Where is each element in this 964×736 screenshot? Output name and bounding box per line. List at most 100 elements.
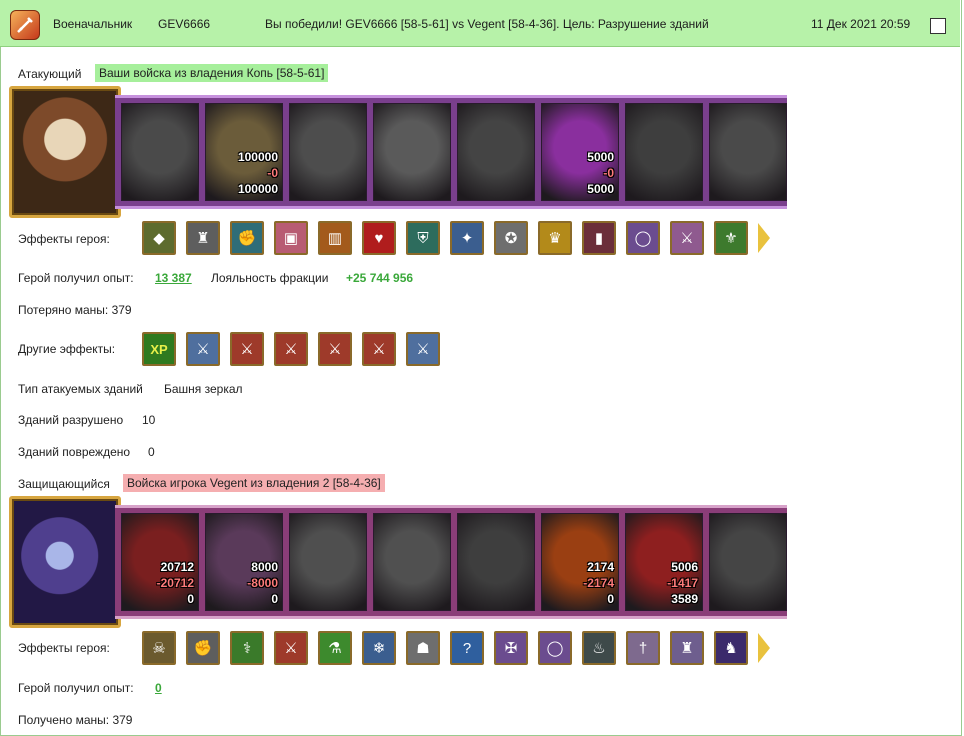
bone-armor-icon[interactable]: ♜ [670, 631, 704, 665]
gem-cluster-icon[interactable]: ◆ [142, 221, 176, 255]
defender-unit-card[interactable] [709, 513, 787, 611]
defender-hero-effects-label: Эффекты героя: [18, 641, 110, 655]
fist-sword-icon[interactable]: ⚔ [362, 332, 396, 366]
attacker-exp-label: Герой получил опыт: [18, 271, 134, 285]
fist-sword-icon[interactable]: ⚔ [318, 332, 352, 366]
buildings-destroyed-label: Зданий разрушено [18, 413, 124, 427]
blue-sword-icon[interactable]: ⚔ [186, 332, 220, 366]
attacker-effects-next-arrow-icon[interactable] [758, 223, 770, 253]
mana-lost: Потеряно маны: 379 [18, 303, 132, 317]
dagger-icon[interactable]: † [626, 631, 660, 665]
building-type-value: Башня зеркал [164, 382, 243, 396]
defender-unit-card[interactable] [289, 513, 367, 611]
attacker-unit-card[interactable] [457, 103, 535, 201]
attacker-unit-remaining: 100000 [237, 182, 278, 196]
attacker-unit-count: 100000 [237, 150, 278, 164]
defender-effects-next-arrow-icon[interactable] [758, 633, 770, 663]
attacker-unit-card[interactable]: 100000 -0 100000 [205, 103, 283, 201]
attacker-unit-count: 5000 [587, 150, 614, 164]
attacker-unit-card[interactable] [373, 103, 451, 201]
pentagram-icon[interactable]: ✪ [494, 221, 528, 255]
attacker-hero-effects-row: ◆ ♜ ✊ ▣ ▥ ♥ ⛨ ✦ ✪ ♛ ▮ ◯ ⚔ ⚜ [142, 221, 782, 255]
golden-armor-icon[interactable]: ♛ [538, 221, 572, 255]
blue-gauntlet-icon[interactable]: ✊ [186, 631, 220, 665]
defender-hero-portrait[interactable] [9, 496, 121, 628]
defender-unit-remaining: 0 [187, 592, 194, 606]
other-effects-row: XP ⚔ ⚔ ⚔ ⚔ ⚔ ⚔ [142, 332, 452, 366]
attacker-unit-card[interactable] [625, 103, 703, 201]
heart-icon[interactable]: ♥ [362, 221, 396, 255]
ice-crystal-icon[interactable]: ❄ [362, 631, 396, 665]
buildings-destroyed-value: 10 [142, 413, 156, 427]
dark-cloak-icon[interactable]: ♞ [714, 631, 748, 665]
attacker-unit-card[interactable] [289, 103, 367, 201]
fleur-de-lis-icon[interactable]: ⚜ [714, 221, 748, 255]
buildings-damaged-label: Зданий повреждено [18, 445, 131, 459]
blue-gauntlet-icon[interactable]: ✊ [230, 221, 264, 255]
attacker-exp-value[interactable]: 13 387 [155, 271, 192, 285]
defender-unit-remaining: 0 [271, 592, 278, 606]
report-header: Военачальник GEV6666 Вы победили! GEV666… [0, 0, 960, 47]
defender-exp-label: Герой получил опыт: [18, 681, 134, 695]
attacker-hero-portrait[interactable] [9, 86, 121, 218]
xp-bonus-icon[interactable]: XP [142, 332, 176, 366]
green-staff-icon[interactable]: ⚕ [230, 631, 264, 665]
defender-unit-card[interactable]: 20712 -20712 0 [121, 513, 199, 611]
header-datetime: 11 Дек 2021 20:59 [811, 17, 911, 31]
header-message: Вы победили! GEV6666 [58-5-61] vs Vegent… [265, 17, 709, 31]
potion-icon[interactable]: ⚗ [318, 631, 352, 665]
attacker-unit-losses: -0 [603, 166, 614, 180]
crossed-bones-icon[interactable]: ✠ [494, 631, 528, 665]
attacker-unit-losses: -0 [267, 166, 278, 180]
knight-helmet-icon[interactable]: ♜ [186, 221, 220, 255]
defender-troops-tag: Войска игрока Vegent из владения 2 [58-4… [123, 474, 385, 492]
defender-units: 20712 -20712 0 8000 -8000 0 2174 -2174 0 5006 -141… [115, 505, 787, 619]
skull-amulet-icon[interactable]: ☗ [406, 631, 440, 665]
defender-unit-card[interactable]: 2174 -2174 0 [541, 513, 619, 611]
attacker-hero-effects-label: Эффекты героя: [18, 232, 110, 246]
defender-hero-effects-row: ☠ ✊ ⚕ ⚔ ⚗ ❄ ☗? ✠ ◯ ♨ † ♜ ♞ [142, 631, 782, 665]
ring-icon[interactable]: ◯ [626, 221, 660, 255]
crystal-icon[interactable]: ✦ [450, 221, 484, 255]
buildings-damaged-value: 0 [148, 445, 155, 459]
battle-report-icon [10, 10, 40, 40]
fist-sword-icon[interactable]: ⚔ [274, 332, 308, 366]
fist-sword-icon[interactable]: ⚔ [274, 631, 308, 665]
blue-sword-icon[interactable]: ⚔ [406, 332, 440, 366]
defender-unit-card[interactable] [373, 513, 451, 611]
attacker-troops-tag: Ваши войска из владения Копь [58-5-61] [95, 64, 329, 82]
defender-unit-count: 8000 [251, 560, 278, 574]
attacker-unit-card[interactable] [709, 103, 787, 201]
defender-unit-card[interactable]: 8000 -8000 0 [205, 513, 283, 611]
select-checkbox[interactable] [930, 18, 946, 34]
attacker-unit-card[interactable] [121, 103, 199, 201]
question-mark-icon[interactable]: ? [450, 631, 484, 665]
cauldron-icon[interactable]: ♨ [582, 631, 616, 665]
defender-exp-value[interactable]: 0 [155, 681, 162, 695]
sword-icon[interactable]: ⚔ [670, 221, 704, 255]
defender-unit-losses: -20712 [156, 576, 194, 590]
building-type-label: Тип атакуемых зданий [18, 382, 143, 396]
defender-unit-card[interactable]: 5006 -1417 3589 [625, 513, 703, 611]
defender-unit-remaining: 3589 [671, 592, 698, 606]
defender-army: 20712 -20712 0 8000 -8000 0 2174 -2174 0 5006 -141… [9, 496, 787, 628]
attacker-army: 100000 -0 100000 5000 -0 5000 [9, 86, 787, 218]
other-effects-label: Другие эффекты: [18, 342, 116, 356]
defender-unit-count: 20712 [160, 560, 194, 574]
defender-unit-remaining: 0 [607, 592, 614, 606]
boots-icon[interactable]: ▮ [582, 221, 616, 255]
treasure-chest-icon[interactable]: ▥ [318, 221, 352, 255]
defender-unit-losses: -1417 [667, 576, 698, 590]
defender-label: Защищающийся [18, 477, 110, 491]
attacker-unit-card[interactable]: 5000 -0 5000 [541, 103, 619, 201]
shield-icon[interactable]: ⛨ [406, 221, 440, 255]
defender-unit-count: 2174 [587, 560, 614, 574]
skull-totem-icon[interactable]: ☠ [142, 631, 176, 665]
fist-sword-icon[interactable]: ⚔ [230, 332, 264, 366]
ring-icon[interactable]: ◯ [538, 631, 572, 665]
loyalty-label: Лояльность фракции [211, 271, 329, 285]
mana-gained: Получено маны: 379 [18, 713, 133, 727]
gift-box-icon[interactable]: ▣ [274, 221, 308, 255]
defender-unit-losses: -8000 [247, 576, 278, 590]
defender-unit-card[interactable] [457, 513, 535, 611]
